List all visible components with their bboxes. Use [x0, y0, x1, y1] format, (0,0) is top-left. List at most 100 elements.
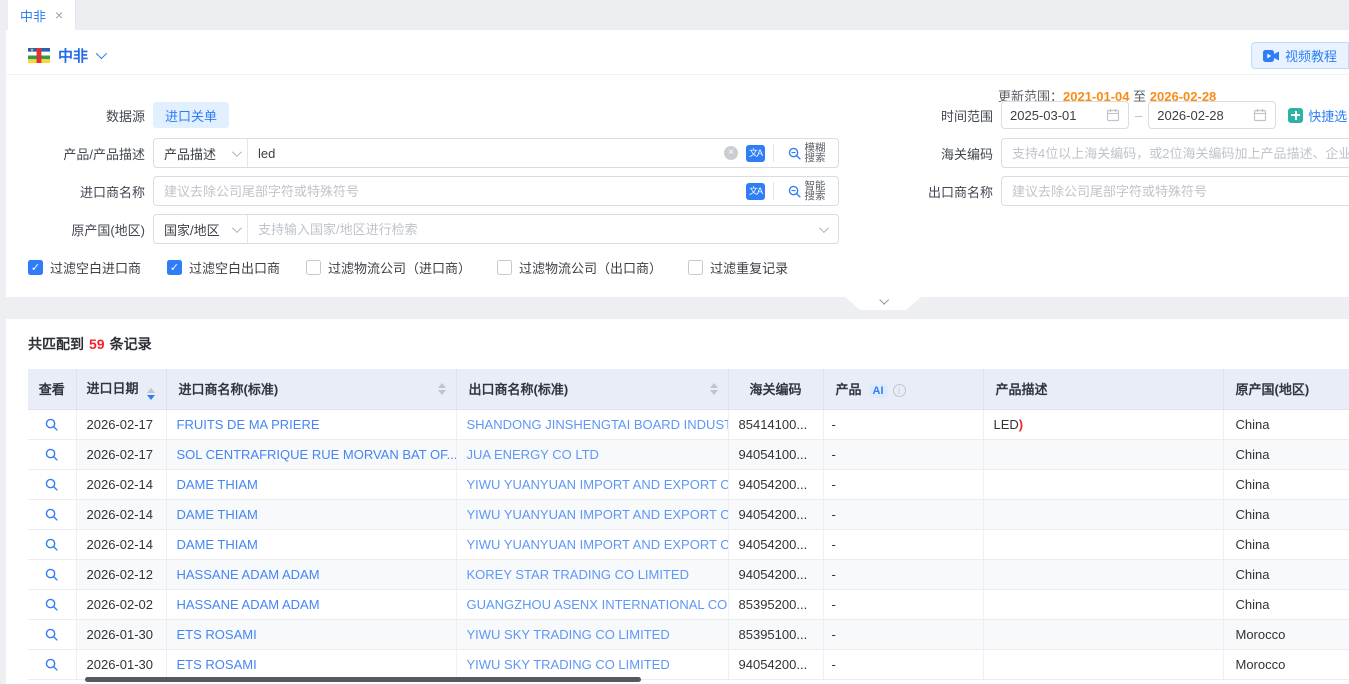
product-cell: -: [823, 469, 983, 499]
table-header-row: 查看 进口日期 进口商名称(标准) 出口商名称(标准) 海关编码: [28, 369, 1349, 409]
view-button[interactable]: [28, 409, 76, 439]
hs-code-input[interactable]: [1001, 138, 1349, 168]
importer-cell: DAME THIAM: [166, 529, 456, 559]
import-date-cell: 2026-02-12: [76, 559, 166, 589]
exporter-link[interactable]: KOREY STAR TRADING CO LIMITED: [467, 567, 689, 582]
checkbox-checked-icon[interactable]: ✓: [167, 260, 182, 275]
importer-link[interactable]: FRUITS DE MA PRIERE: [177, 417, 320, 432]
exporter-name-input[interactable]: [1001, 176, 1349, 206]
product-cell: -: [823, 649, 983, 679]
horizontal-scrollbar[interactable]: [85, 677, 641, 682]
date-end-input[interactable]: 2026-02-28: [1148, 101, 1276, 129]
sort-import-date[interactable]: [147, 388, 155, 400]
hs-code-cell: 94054200...: [728, 499, 823, 529]
importer-link[interactable]: HASSANE ADAM ADAM: [177, 597, 320, 612]
product-type-value: 产品描述: [164, 144, 216, 163]
search-form-panel: 中非 视频教程 更新范围：2021-01-04 至 2026-02-28 数据源…: [6, 30, 1349, 297]
hs-code-label: 海关编码: [854, 144, 993, 163]
translate-icon[interactable]: 文A: [746, 183, 765, 200]
view-detail-icon: [44, 597, 59, 612]
import-date-cell: 2026-02-14: [76, 529, 166, 559]
importer-name-label: 进口商名称: [6, 182, 145, 201]
country-selector[interactable]: 中非: [28, 42, 104, 68]
view-button[interactable]: [28, 439, 76, 469]
checkbox-label: 过滤空白出口商: [189, 258, 280, 277]
view-button[interactable]: [28, 649, 76, 679]
view-button[interactable]: [28, 559, 76, 589]
column-origin: 原产国(地区): [1223, 369, 1349, 409]
column-product: 产品AIi: [823, 369, 983, 409]
importer-link[interactable]: ETS ROSAMI: [177, 627, 257, 642]
translate-icon[interactable]: 文A: [746, 145, 765, 162]
view-button[interactable]: [28, 589, 76, 619]
quick-select-button[interactable]: 快捷选: [1288, 106, 1347, 125]
product-search-input[interactable]: [248, 139, 724, 167]
exporter-link[interactable]: YIWU YUANYUAN IMPORT AND EXPORT C...: [467, 507, 729, 522]
view-button[interactable]: [28, 469, 76, 499]
exporter-link[interactable]: SHANDONG JINSHENGTAI BOARD INDUST...: [467, 417, 729, 432]
origin-country-label: 原产国(地区): [6, 220, 145, 239]
importer-link[interactable]: HASSANE ADAM ADAM: [177, 567, 320, 582]
sort-exporter[interactable]: [710, 383, 718, 395]
filter-checkbox[interactable]: ✓ 过滤空白出口商: [167, 258, 280, 277]
tab-zhongfei[interactable]: 中非 ×: [8, 0, 76, 30]
exporter-link[interactable]: JUA ENERGY CO LTD: [467, 447, 599, 462]
exporter-cell: KOREY STAR TRADING CO LIMITED: [456, 559, 728, 589]
product-cell: -: [823, 499, 983, 529]
importer-link[interactable]: ETS ROSAMI: [177, 657, 257, 672]
smart-search-button[interactable]: 智能 搜索: [774, 177, 838, 205]
filter-checkbox[interactable]: ✓过滤空白进口商: [28, 258, 141, 277]
view-button[interactable]: [28, 619, 76, 649]
origin-cell: China: [1223, 439, 1349, 469]
checkbox-checked-icon[interactable]: ✓: [28, 260, 43, 275]
exporter-cell: YIWU YUANYUAN IMPORT AND EXPORT C...: [456, 499, 728, 529]
exporter-link[interactable]: YIWU SKY TRADING CO LIMITED: [467, 627, 670, 642]
fuzzy-search-button[interactable]: 模糊 搜索: [774, 139, 838, 167]
filter-checkbox[interactable]: 过滤重复记录: [688, 258, 788, 277]
datasource-import-declaration-button[interactable]: 进口关单: [153, 102, 229, 128]
product-search-group: 产品描述 × 文A 模糊 搜索: [153, 138, 839, 168]
importer-cell: HASSANE ADAM ADAM: [166, 589, 456, 619]
product-cell: -: [823, 409, 983, 439]
importer-link[interactable]: DAME THIAM: [177, 507, 258, 522]
checkbox-unchecked-icon[interactable]: [688, 260, 703, 275]
date-start-input[interactable]: 2025-03-01: [1001, 101, 1129, 129]
exporter-link[interactable]: YIWU YUANYUAN IMPORT AND EXPORT C...: [467, 537, 729, 552]
import-date-cell: 2026-02-14: [76, 499, 166, 529]
hs-code-cell: 85395100...: [728, 619, 823, 649]
chevron-down-icon: [232, 223, 242, 233]
exporter-cell: YIWU SKY TRADING CO LIMITED: [456, 649, 728, 679]
importer-link[interactable]: DAME THIAM: [177, 477, 258, 492]
tab-bar: 中非 ×: [0, 0, 1349, 30]
collapse-form-button[interactable]: [845, 297, 921, 310]
origin-type-select[interactable]: 国家/地区: [154, 215, 248, 243]
hs-code-cell: 85414100...: [728, 409, 823, 439]
column-view: 查看: [28, 369, 76, 409]
hs-code-cell: 85395200...: [728, 589, 823, 619]
clear-input-icon[interactable]: ×: [724, 146, 738, 160]
importer-name-input[interactable]: [154, 177, 746, 205]
hs-code-cell: 94054100...: [728, 439, 823, 469]
info-icon[interactable]: i: [893, 384, 906, 397]
sort-importer[interactable]: [438, 383, 446, 395]
table-row: 2026-02-14 DAME THIAM YIWU YUANYUAN IMPORT…: [28, 499, 1349, 529]
close-icon[interactable]: ×: [55, 8, 63, 22]
exporter-link[interactable]: GUANGZHOU ASENX INTERNATIONAL CO ...: [467, 597, 729, 612]
filter-checkbox[interactable]: 过滤物流公司（进口商）: [306, 258, 471, 277]
exporter-link[interactable]: YIWU SKY TRADING CO LIMITED: [467, 657, 670, 672]
origin-type-value: 国家/地区: [164, 220, 220, 239]
product-type-select[interactable]: 产品描述: [154, 139, 248, 167]
checkbox-unchecked-icon[interactable]: [306, 260, 321, 275]
view-button[interactable]: [28, 499, 76, 529]
exporter-link[interactable]: YIWU YUANYUAN IMPORT AND EXPORT C...: [467, 477, 729, 492]
video-tutorial-button[interactable]: 视频教程: [1251, 42, 1349, 69]
table-row: 2026-02-17FRUITS DE MA PRIERESHANDONG JI…: [28, 409, 1349, 439]
origin-country-input[interactable]: [248, 215, 819, 243]
view-button[interactable]: [28, 529, 76, 559]
importer-link[interactable]: SOL CENTRAFRIQUE RUE MORVAN BAT OF...: [177, 447, 457, 462]
description-cell: [983, 439, 1223, 469]
exporter-cell: GUANGZHOU ASENX INTERNATIONAL CO ...: [456, 589, 728, 619]
importer-link[interactable]: DAME THIAM: [177, 537, 258, 552]
filter-checkbox[interactable]: 过滤物流公司（出口商）: [497, 258, 662, 277]
checkbox-unchecked-icon[interactable]: [497, 260, 512, 275]
